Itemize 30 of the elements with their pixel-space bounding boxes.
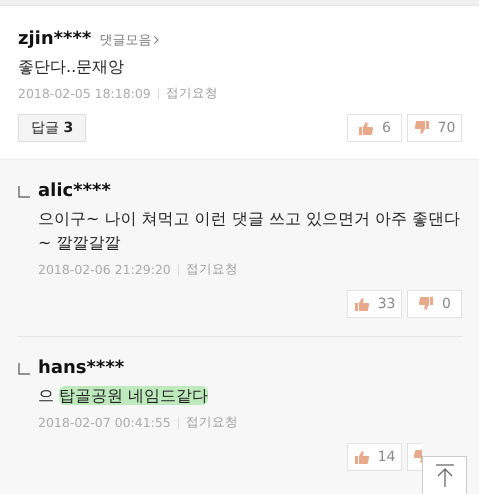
username: zjin****: [18, 28, 92, 49]
thumbs-up-icon: [354, 450, 370, 464]
dislike-button[interactable]: 0: [407, 290, 462, 318]
like-button[interactable]: 6: [347, 114, 402, 142]
thumbs-down-icon: [418, 297, 434, 311]
comment-collection-link[interactable]: 댓글모음: [99, 31, 152, 49]
comment-text: 으 탑골공원 네임드같다: [38, 385, 210, 407]
thumbs-up-icon: [354, 297, 370, 311]
reply-indent-icon: [18, 363, 30, 375]
dislike-button[interactable]: 70: [407, 114, 462, 142]
thumbs-down-icon: [414, 121, 430, 135]
like-button[interactable]: 14: [347, 443, 402, 471]
username: hans****: [38, 357, 124, 378]
fold-request-link[interactable]: 접기요청: [186, 414, 238, 431]
username: alic****: [38, 180, 111, 201]
chevron-right-icon: [154, 36, 160, 44]
comment-text: 으이구~ 나이 쳐먹고 이런 댓글 쓰고 있으면거 아주 좋댄다 ~ 깔깔갈깔: [38, 208, 462, 254]
fold-request-link[interactable]: 접기요청: [186, 261, 238, 278]
like-button[interactable]: 33: [347, 290, 402, 318]
comment-text: 좋단다..문재앙: [18, 56, 126, 78]
thumbs-up-icon: [358, 121, 374, 135]
reply-button[interactable]: 답글 3: [18, 114, 86, 142]
fold-request-link[interactable]: 접기요청: [166, 85, 218, 102]
comment-date: 2018-02-05 18:18:09: [18, 86, 151, 101]
comment-date: 2018-02-07 00:41:55: [38, 415, 171, 430]
reply-indent-icon: [18, 186, 30, 198]
thumbs-down-icon: [414, 450, 422, 464]
comment-date: 2018-02-06 21:29:20: [38, 262, 171, 277]
arrow-up-icon: [434, 464, 454, 488]
scroll-to-top-button[interactable]: [422, 456, 467, 494]
